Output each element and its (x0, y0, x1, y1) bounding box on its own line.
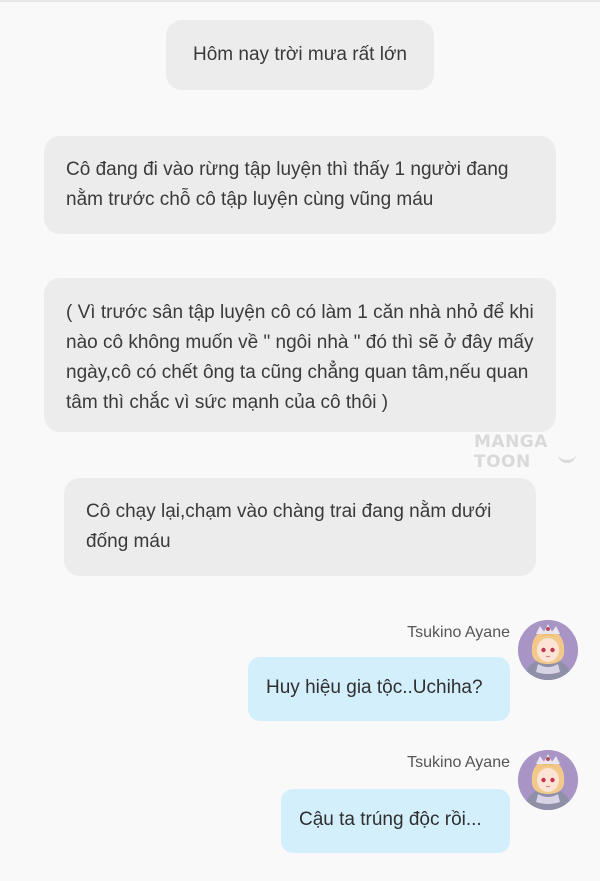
message-text: Cậu ta trúng độc rồi... (299, 809, 482, 830)
narration-text: Cô đang đi vào rừng tập luyện thì thấy 1… (66, 159, 509, 210)
narration-bubble: Hôm nay trời mưa rất lớn (166, 20, 434, 90)
message-bubble[interactable]: Huy hiệu gia tộc..Uchiha? (248, 657, 510, 721)
mangatoon-watermark: MANGA TOON (474, 432, 600, 472)
narration-text: ( Vì trước sân tập luyện cô có làm 1 căn… (66, 302, 534, 413)
speaker-name: Tsukino Ayane (407, 754, 510, 771)
top-divider (0, 0, 600, 2)
story-chat-view: Hôm nay trời mưa rất lớn Cô đang đi vào … (0, 0, 600, 881)
narration-bubble: Cô đang đi vào rừng tập luyện thì thấy 1… (44, 136, 556, 234)
narration-text: Cô chạy lại,chạm vào chàng trai đang nằm… (86, 501, 492, 552)
watermark-smile-icon (558, 452, 576, 463)
message-text: Huy hiệu gia tộc..Uchiha? (266, 677, 483, 698)
character-avatar-icon[interactable] (518, 750, 578, 810)
character-avatar-icon[interactable] (518, 620, 578, 680)
watermark-text: MANGA TOON (474, 432, 548, 472)
narration-bubble: Cô chạy lại,chạm vào chàng trai đang nằm… (64, 478, 536, 576)
message-bubble[interactable]: Cậu ta trúng độc rồi... (281, 789, 510, 853)
narration-text: Hôm nay trời mưa rất lớn (193, 44, 407, 65)
narration-bubble: ( Vì trước sân tập luyện cô có làm 1 căn… (44, 278, 556, 432)
speaker-name: Tsukino Ayane (407, 624, 510, 641)
